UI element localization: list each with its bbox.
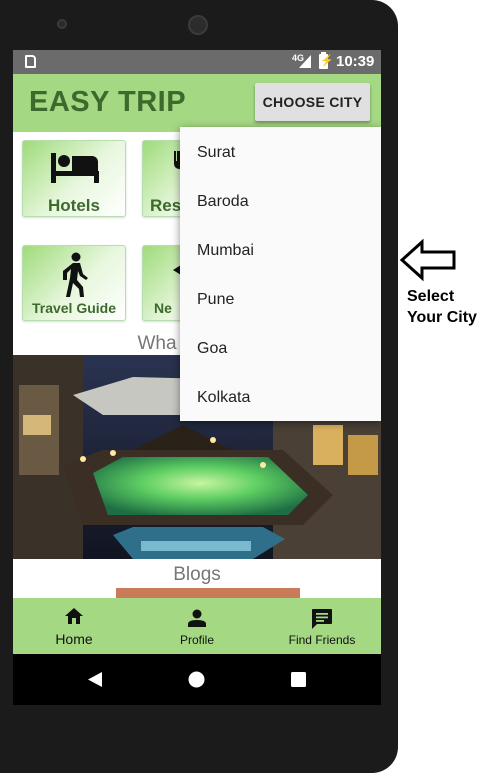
tile-travel-guide[interactable]: Travel Guide [22, 245, 126, 321]
city-option-pune[interactable]: Pune [197, 291, 234, 309]
city-option-mumbai[interactable]: Mumbai [197, 242, 254, 260]
tile-label: Travel Guide [31, 300, 117, 316]
phone-top-bezel [0, 0, 398, 50]
home-circle-icon[interactable] [188, 671, 205, 688]
arrow-left-outline-icon [399, 238, 456, 282]
city-option-kolkata[interactable]: Kolkata [197, 389, 250, 407]
blog-thumbnail-edge[interactable] [116, 588, 300, 598]
app-title: EASY TRIP [29, 86, 187, 118]
app-bar: EASY TRIP CHOOSE CITY [13, 74, 381, 132]
signal-strength-icon [299, 55, 311, 68]
status-time: 10:39 [336, 53, 375, 70]
front-camera-icon [57, 19, 67, 29]
tile-label: Hotels [48, 196, 100, 215]
blogs-heading: Blogs [173, 564, 221, 585]
nav-find-friends-label: Find Friends [288, 633, 356, 647]
city-option-baroda[interactable]: Baroda [197, 193, 249, 211]
system-navigation-bar [13, 654, 381, 705]
hotel-bed-icon [51, 153, 99, 183]
status-bar: 4G ⚡ 10:39 [13, 50, 381, 74]
battery-charging-icon: ⚡ [319, 52, 334, 69]
nav-profile[interactable]: Profile [156, 598, 238, 654]
nav-find-friends[interactable]: Find Friends [275, 598, 369, 654]
city-dropdown-menu: Surat Baroda Mumbai Pune Goa Kolkata [180, 127, 381, 421]
person-icon [188, 609, 206, 627]
city-option-surat[interactable]: Surat [197, 144, 235, 162]
nav-profile-label: Profile [179, 633, 214, 647]
earpiece-speaker-icon [188, 15, 208, 35]
nav-home[interactable]: Home [33, 598, 115, 654]
app-screen: 4G ⚡ 10:39 EASY TRIP CHOOSE CITY Hotels … [13, 50, 381, 705]
city-option-goa[interactable]: Goa [197, 340, 227, 358]
sim-card-icon [25, 55, 36, 68]
recents-square-icon[interactable] [291, 672, 306, 687]
nav-home-label: Home [55, 631, 93, 647]
phone-frame: 4G ⚡ 10:39 EASY TRIP CHOOSE CITY Hotels … [0, 0, 398, 773]
back-icon[interactable] [87, 671, 103, 688]
chat-icon [312, 609, 332, 629]
home-icon [65, 608, 83, 624]
bottom-navigation: Home Profile Find Friends [13, 598, 381, 654]
stage: 4G ⚡ 10:39 EASY TRIP CHOOSE CITY Hotels … [0, 0, 487, 773]
tile-hotels[interactable]: Hotels [22, 140, 126, 217]
select-city-hint: Select Your City [407, 288, 477, 326]
choose-city-button[interactable]: CHOOSE CITY [255, 83, 370, 121]
walking-person-icon [63, 252, 88, 297]
